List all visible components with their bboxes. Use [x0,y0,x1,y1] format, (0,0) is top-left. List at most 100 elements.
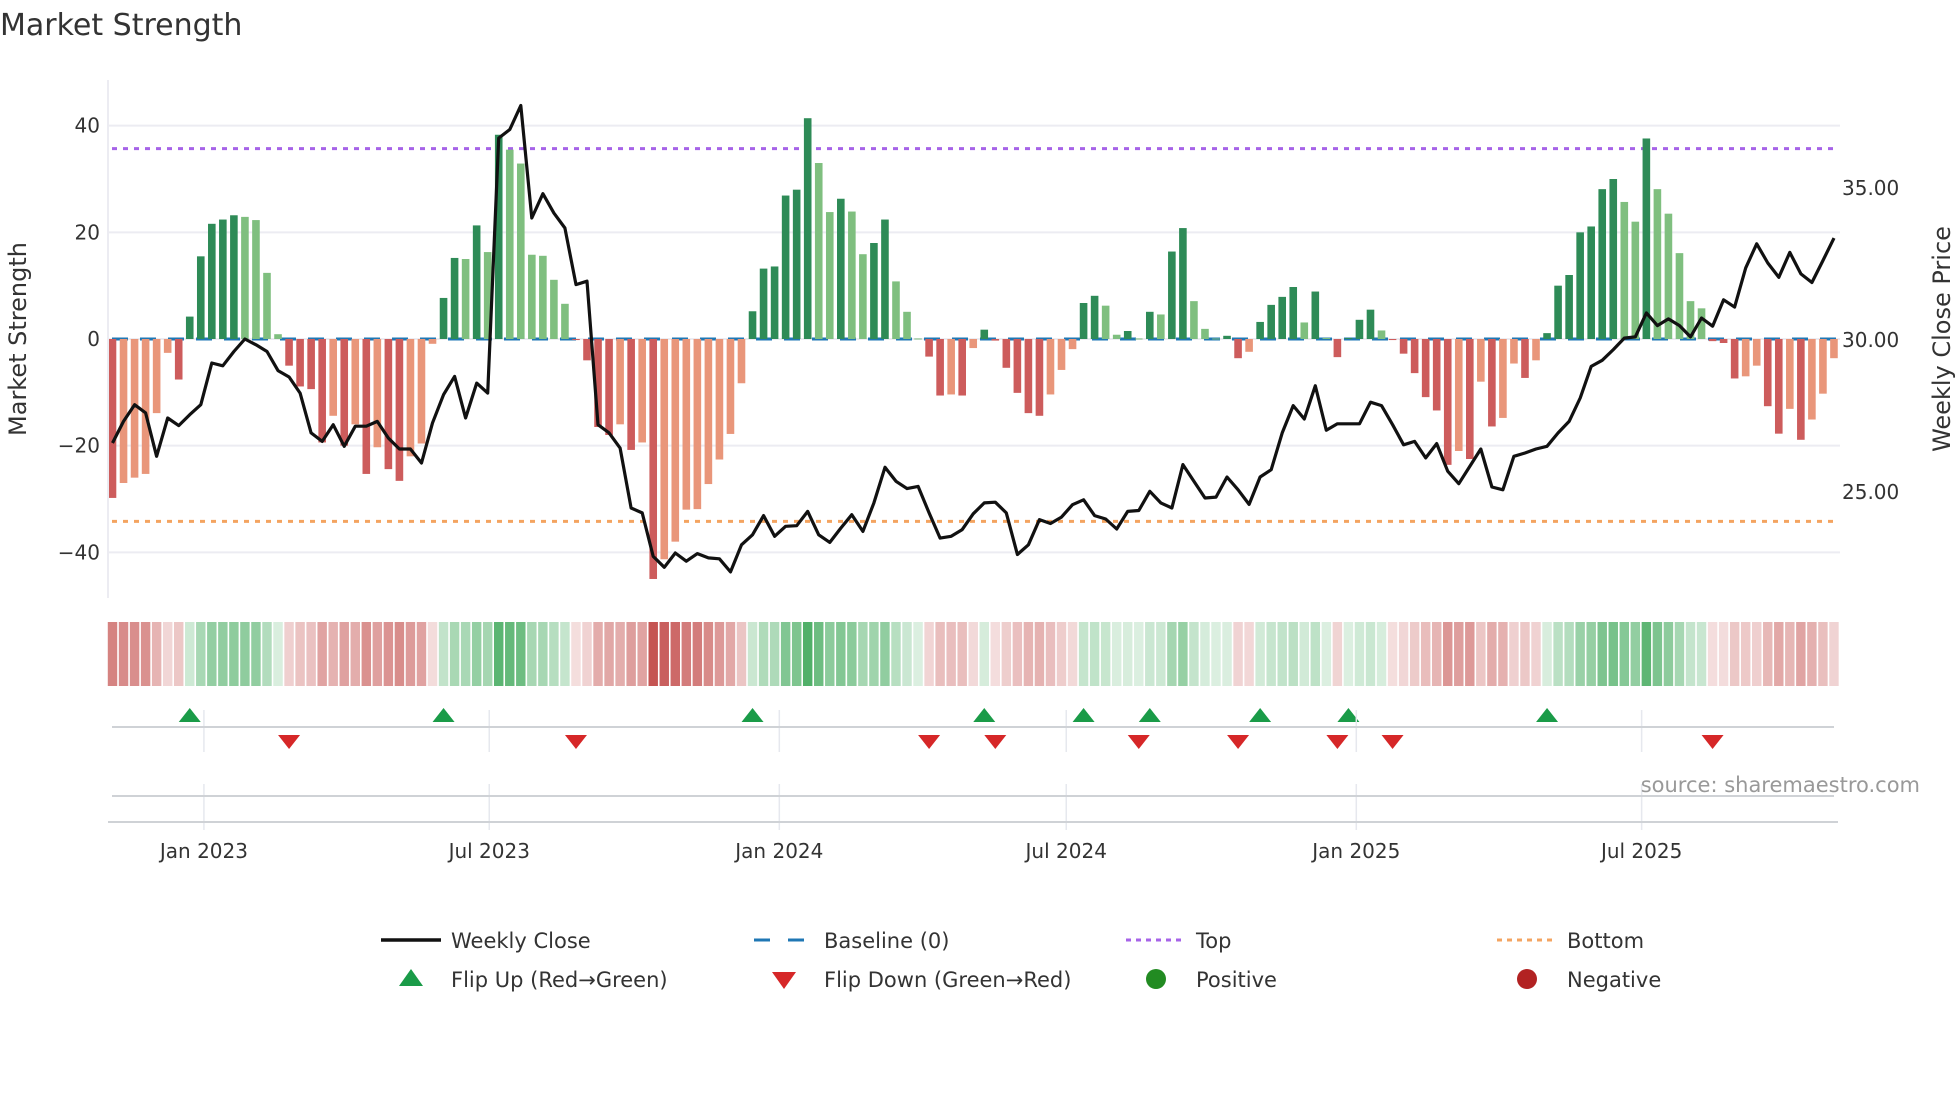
heat-cell [173,622,184,686]
heat-cell [1729,622,1740,686]
legend-label: Negative [1567,968,1661,992]
flip-down-marker [278,735,301,749]
strength-bar [1830,339,1838,359]
strength-bar [770,266,779,339]
strength-bar [163,339,172,353]
flip-up-marker [1072,708,1095,722]
heat-cell [1056,622,1067,686]
y2-axis-title: Weekly Close Price [1928,226,1956,452]
strength-bar [1543,333,1551,339]
heat-cell [1233,622,1243,686]
legend-label: Top [1195,929,1231,953]
strength-bar [1256,321,1264,339]
strength-bar [1565,275,1573,339]
heat-cell [582,622,592,686]
strength-bar [748,311,757,339]
heat-cell [438,622,449,686]
heat-cell [648,622,658,686]
strength-bar [362,339,371,474]
strength-bar [285,339,293,366]
flip-down-marker [1326,735,1349,749]
heat-cell [107,622,118,686]
heat-cell [1354,622,1365,686]
strength-bar [108,339,117,498]
flip-up-marker [973,708,996,722]
strength-bar [870,243,878,339]
heat-cell [1829,622,1839,686]
heat-cell [1266,622,1276,686]
flip-down-marker [1701,735,1724,749]
strength-bar [1079,303,1088,339]
strength-bar [1333,339,1342,358]
strength-bar [417,339,426,444]
strength-bar [351,339,360,425]
legend: Weekly Close Baseline (0) Top Bottom Flip Up… [381,929,1661,992]
strength-bar [572,339,580,341]
strength-bar [1278,296,1287,339]
strength-bar [263,272,271,339]
strength-bar [682,339,691,510]
strength-bar [1300,322,1309,339]
strength-bar [1366,309,1375,339]
heat-cell [780,622,791,686]
heat-cell [1718,622,1729,686]
heat-cell [1597,622,1607,686]
heat-cell [758,622,769,686]
heat-cell [880,622,890,686]
heat-cell [1818,622,1828,686]
flip-up-marker [1249,708,1272,722]
y-tick-label: 40 [75,114,100,138]
heat-cell [1641,622,1652,686]
strength-bar [726,339,735,434]
flip-up-marker [178,708,201,722]
strength-bar [1168,251,1176,339]
strength-bar [814,163,823,339]
heat-cell [836,622,846,686]
heat-cell [1796,622,1806,686]
y-tick-label: −40 [58,540,100,564]
heat-cell [1409,622,1420,686]
strength-bar [903,311,911,339]
heat-cell [240,622,250,686]
strength-bar [208,223,216,339]
heat-cell [1707,622,1718,686]
strength-bar [1344,337,1353,339]
flip-down-marker [1227,735,1250,749]
heat-cell [1244,622,1254,686]
heat-cell [549,622,559,686]
heat-cell [1387,622,1398,686]
strength-bar [1377,330,1386,339]
strength-bar [241,216,249,339]
heat-cell [957,622,967,686]
heat-cell [692,622,703,686]
flip-down-marker [1381,735,1404,749]
strength-bar [881,219,889,339]
heat-cell [306,622,316,686]
heat-cell [151,622,162,686]
strength-bar [792,189,801,339]
strength-bar [781,195,790,339]
heat-cell [847,622,857,686]
strength-bar [318,339,326,443]
heat-cell [328,622,338,686]
heat-cell [1178,622,1188,686]
heat-cell [1586,622,1596,686]
strength-bar [1819,339,1827,394]
heat-cell [372,622,383,686]
strength-bar [936,339,944,396]
strength-bar [1234,339,1242,359]
strength-bar [1057,339,1066,370]
heat-cell [1156,622,1166,686]
strength-bar [505,149,514,339]
heat-cell [262,622,272,686]
heat-cell [1310,622,1321,686]
source-label: source: sharemaestro.com [1641,773,1920,797]
heat-cell [295,622,305,686]
strength-bar [196,256,205,339]
y-tick-label: −20 [58,434,100,458]
strength-bar [1002,339,1011,368]
heat-cell [129,622,140,686]
heat-cell [1111,622,1122,686]
heat-cell [714,622,725,686]
heat-cell [747,622,758,686]
